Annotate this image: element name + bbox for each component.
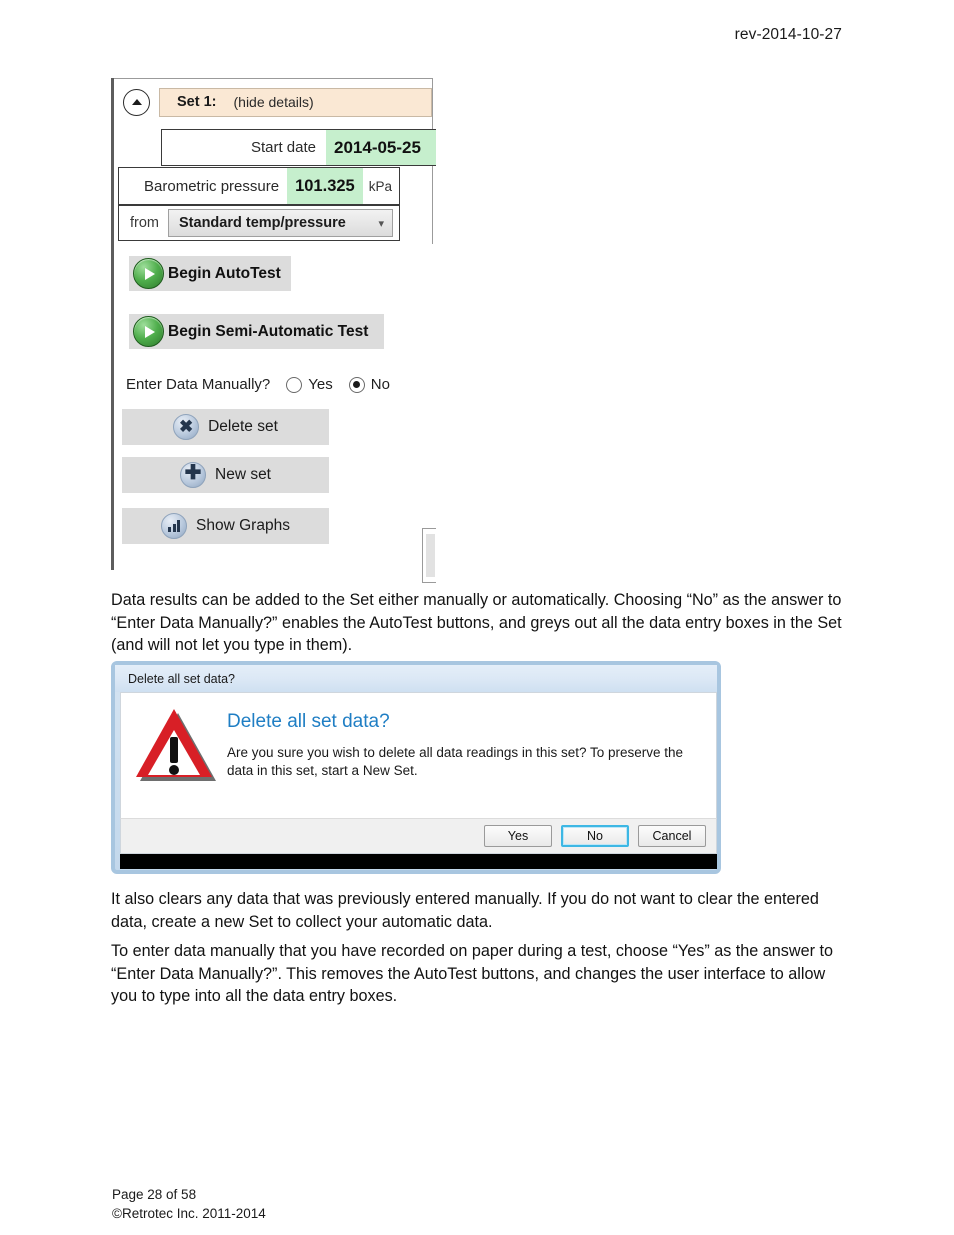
dialog-bottom-bar — [120, 854, 717, 869]
set-details-panel: Set 1: (hide details) Start date 2014-05… — [114, 78, 436, 244]
set-label: Set 1: — [177, 94, 217, 110]
radio-yes[interactable] — [286, 376, 303, 393]
set-header-row: Set 1: (hide details) — [114, 87, 432, 117]
vertical-scrollbar[interactable] — [422, 528, 436, 583]
temp-pressure-dropdown[interactable]: Standard temp/pressure ▾ — [168, 209, 393, 237]
barometric-pressure-unit: kPa — [368, 178, 392, 194]
from-label: from — [130, 215, 159, 231]
begin-autotest-button[interactable]: Begin AutoTest — [129, 256, 291, 291]
new-set-button[interactable]: ✚ New set — [122, 457, 329, 493]
dialog-yes-button[interactable]: Yes — [484, 825, 552, 847]
radio-no[interactable] — [348, 376, 365, 393]
start-date-label: Start date — [250, 139, 316, 156]
barometric-pressure-row: Barometric pressure 101.325 kPa — [118, 167, 400, 205]
temp-pressure-selected: Standard temp/pressure — [179, 215, 346, 231]
paragraph-1: Data results can be added to the Set eit… — [111, 591, 842, 654]
set-title-bar[interactable]: Set 1: (hide details) — [159, 87, 432, 117]
dialog-text-block: Delete all set data? Are you sure you wi… — [227, 707, 702, 818]
begin-autotest-label: Begin AutoTest — [168, 264, 281, 282]
begin-semi-automatic-test-label: Begin Semi-Automatic Test — [168, 322, 369, 340]
set-panel-screenshot: Set 1: (hide details) Start date 2014-05… — [111, 78, 436, 583]
start-date-row: Start date 2014-05-25 — [161, 129, 436, 166]
begin-semi-automatic-test-button[interactable]: Begin Semi-Automatic Test — [129, 314, 384, 349]
show-graphs-label: Show Graphs — [196, 517, 290, 534]
warning-triangle-icon — [135, 707, 219, 785]
radio-no-label: No — [370, 376, 390, 393]
x-circle-icon: ✖ — [173, 414, 200, 440]
dialog-no-button[interactable]: No — [561, 825, 629, 847]
dialog-button-bar: Yes No Cancel — [120, 818, 717, 854]
revision-header: rev-2014-10-27 — [734, 26, 842, 43]
copyright: ©Retrotec Inc. 2011-2014 — [112, 1206, 266, 1221]
page-number: Page 28 of 58 — [112, 1187, 197, 1202]
barometric-pressure-label: Barometric pressure — [144, 177, 280, 195]
radio-yes-label: Yes — [308, 376, 333, 393]
chevron-down-icon: ▾ — [378, 217, 384, 230]
dialog-heading: Delete all set data? — [227, 711, 390, 732]
dialog-cancel-button[interactable]: Cancel — [638, 825, 706, 847]
barometric-pressure-value[interactable]: 101.325 — [287, 168, 363, 204]
new-set-label: New set — [215, 466, 271, 483]
play-icon — [133, 316, 164, 347]
paragraph-2: It also clears any data that was previou… — [111, 890, 819, 931]
hide-details-link[interactable]: (hide details) — [234, 94, 314, 110]
enter-data-manually-label: Enter Data Manually? — [126, 376, 271, 393]
dialog-title: Delete all set data? — [128, 671, 236, 686]
chevron-up-icon — [131, 98, 142, 105]
delete-set-label: Delete set — [208, 418, 278, 435]
bar-chart-icon — [161, 513, 188, 539]
from-row: from Standard temp/pressure ▾ — [118, 205, 400, 241]
delete-all-set-data-dialog: Delete all set data? Delete all set data… — [111, 661, 721, 874]
play-icon — [133, 258, 164, 289]
start-date-value[interactable]: 2014-05-25 — [326, 130, 436, 165]
enter-data-manually-row: Enter Data Manually? Yes No — [126, 376, 390, 393]
dialog-titlebar: Delete all set data? — [115, 665, 717, 692]
delete-set-button[interactable]: ✖ Delete set — [122, 409, 329, 445]
dialog-message: Are you sure you wish to delete all data… — [227, 745, 684, 778]
plus-circle-icon: ✚ — [180, 462, 206, 488]
scrollbar-thumb[interactable] — [426, 534, 435, 577]
collapse-toggle-button[interactable] — [123, 88, 150, 116]
paragraph-3: To enter data manually that you have rec… — [111, 942, 833, 1005]
dialog-body: Delete all set data? Are you sure you wi… — [120, 692, 717, 818]
show-graphs-button[interactable]: Show Graphs — [122, 508, 329, 544]
page-footer: Page 28 of 58 ©Retrotec Inc. 2011-2014 — [112, 1185, 266, 1223]
